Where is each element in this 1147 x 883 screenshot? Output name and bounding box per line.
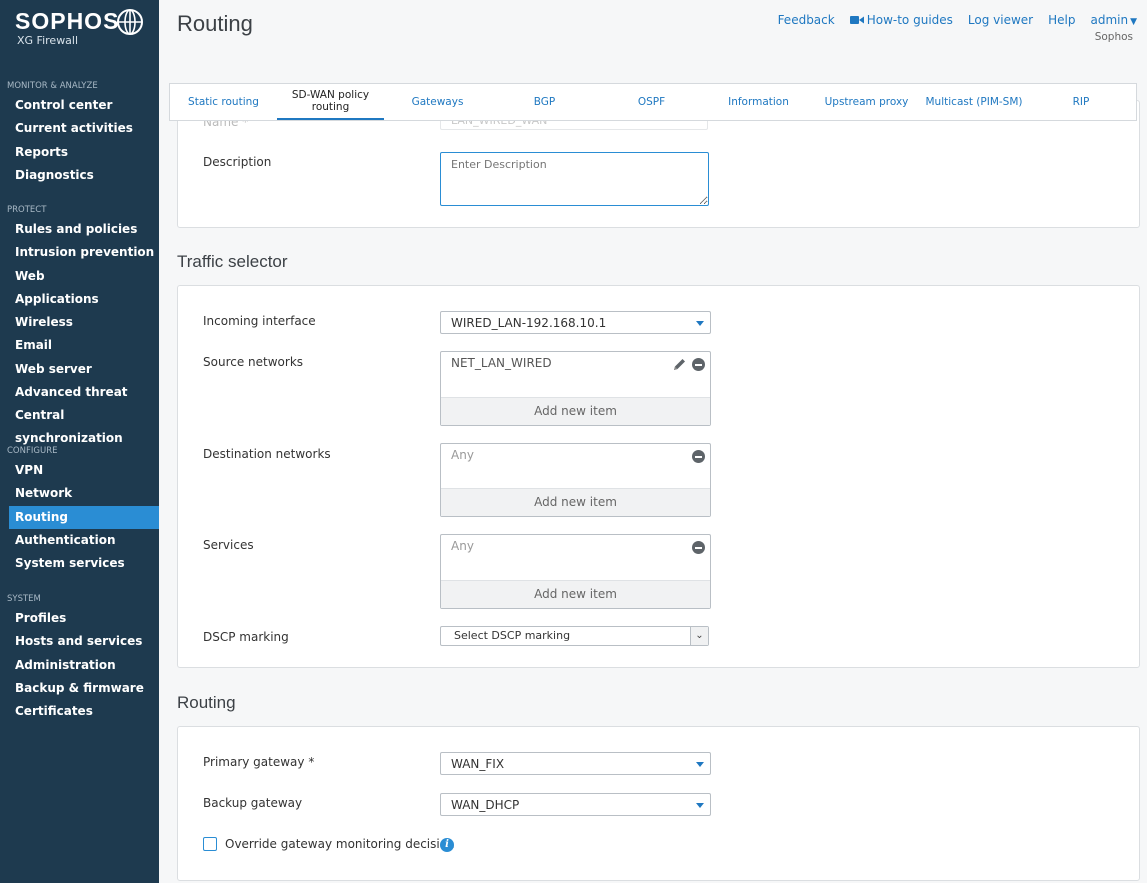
sidebar-item-administration[interactable]: Administration bbox=[0, 654, 159, 677]
pencil-icon[interactable] bbox=[672, 357, 687, 372]
sidebar-item-network[interactable]: Network bbox=[0, 482, 159, 505]
override-gateway-checkbox[interactable] bbox=[203, 837, 217, 851]
tab-ospf[interactable]: OSPF bbox=[598, 84, 705, 120]
sidebar-item-hosts-and-services[interactable]: Hosts and services bbox=[0, 630, 159, 653]
chevron-down-icon: ▼ bbox=[1130, 17, 1137, 27]
sidebar-item-rules-and-policies[interactable]: Rules and policies bbox=[0, 218, 159, 241]
destination-networks-list: Any Add new item bbox=[440, 443, 711, 517]
tab-bgp[interactable]: BGP bbox=[491, 84, 598, 120]
dscp-marking-select[interactable]: Select DSCP marking ⌄ bbox=[440, 626, 709, 646]
routing-title: Routing bbox=[177, 693, 236, 712]
services-label: Services bbox=[203, 538, 254, 552]
sidebar-item-control-center[interactable]: Control center bbox=[0, 94, 159, 117]
remove-icon[interactable] bbox=[692, 450, 705, 463]
brand-name: SOPHOS bbox=[15, 8, 120, 34]
howto-label: How-to guides bbox=[866, 13, 953, 27]
dropdown-arrow-icon bbox=[696, 803, 704, 808]
video-camera-icon bbox=[849, 16, 864, 24]
sidebar-item-certificates[interactable]: Certificates bbox=[0, 700, 159, 723]
sidebar-item-diagnostics[interactable]: Diagnostics bbox=[0, 164, 159, 187]
source-networks-label: Source networks bbox=[203, 355, 304, 369]
remove-icon[interactable] bbox=[692, 358, 705, 371]
tab-sdwan-policy-routing[interactable]: SD-WAN policy routing bbox=[277, 84, 384, 120]
tab-upstream-proxy[interactable]: Upstream proxy bbox=[812, 84, 921, 120]
sidebar-item-reports[interactable]: Reports bbox=[0, 141, 159, 164]
remove-icon[interactable] bbox=[692, 541, 705, 554]
incoming-interface-label: Incoming interface bbox=[203, 314, 316, 328]
sidebar-item-current-activities[interactable]: Current activities bbox=[0, 117, 159, 140]
description-label: Description bbox=[203, 155, 272, 169]
primary-gateway-select[interactable]: WAN_FIX bbox=[440, 752, 711, 775]
backup-gateway-select[interactable]: WAN_DHCP bbox=[440, 793, 711, 816]
page-title: Routing bbox=[177, 11, 253, 36]
description-textarea[interactable] bbox=[440, 152, 709, 206]
brand-logo[interactable]: SOPHOS XG Firewall bbox=[15, 8, 119, 47]
dscp-marking-value: Select DSCP marking bbox=[454, 629, 571, 642]
sidebar-item-wireless[interactable]: Wireless bbox=[0, 311, 159, 334]
incoming-interface-select[interactable]: WIRED_LAN-192.168.10.1 bbox=[440, 311, 711, 334]
list-item: Any bbox=[451, 448, 474, 462]
nav-header: MONITOR & ANALYZE bbox=[7, 81, 98, 91]
sidebar-item-vpn[interactable]: VPN bbox=[0, 459, 159, 482]
howto-link[interactable]: How-to guides bbox=[849, 13, 953, 27]
sidebar-item-applications[interactable]: Applications bbox=[0, 288, 159, 311]
nav-header: CONFIGURE bbox=[7, 446, 58, 456]
nav-header: PROTECT bbox=[7, 205, 47, 215]
backup-gateway-label: Backup gateway bbox=[203, 796, 303, 810]
tab-multicast[interactable]: Multicast (PIM-SM) bbox=[921, 84, 1027, 120]
primary-gateway-value: WAN_FIX bbox=[451, 757, 505, 771]
brand-product: XG Firewall bbox=[17, 34, 79, 47]
traffic-selector-title: Traffic selector bbox=[177, 252, 288, 271]
destination-networks-label: Destination networks bbox=[203, 447, 331, 461]
sidebar-item-intrusion-prevention[interactable]: Intrusion prevention bbox=[0, 241, 159, 264]
sidebar-item-web[interactable]: Web bbox=[0, 265, 159, 288]
source-add-item-button[interactable]: Add new item bbox=[441, 397, 710, 425]
chevron-down-icon: ⌄ bbox=[690, 627, 708, 645]
tenant-name: Sophos bbox=[1094, 31, 1133, 43]
tab-information[interactable]: Information bbox=[705, 84, 812, 120]
user-menu[interactable]: admin ▼ bbox=[1090, 13, 1137, 27]
globe-icon bbox=[117, 9, 143, 35]
nav-header: SYSTEM bbox=[7, 594, 41, 604]
tab-static-routing[interactable]: Static routing bbox=[170, 84, 277, 120]
destination-add-item-button[interactable]: Add new item bbox=[441, 488, 710, 516]
override-gateway-label: Override gateway monitoring decision bbox=[225, 837, 455, 851]
list-item: Any bbox=[451, 539, 474, 553]
sidebar-item-authentication[interactable]: Authentication bbox=[0, 529, 159, 552]
incoming-interface-value: WIRED_LAN-192.168.10.1 bbox=[451, 316, 607, 330]
sidebar-item-web-server[interactable]: Web server bbox=[0, 358, 159, 381]
backup-gateway-value: WAN_DHCP bbox=[451, 798, 520, 812]
services-list: Any Add new item bbox=[440, 534, 711, 609]
help-link[interactable]: Help bbox=[1048, 13, 1075, 27]
log-viewer-link[interactable]: Log viewer bbox=[968, 13, 1033, 27]
nav-group-protect: PROTECT Rules and policies Intrusion pre… bbox=[0, 202, 159, 445]
dropdown-arrow-icon bbox=[696, 321, 704, 326]
tab-gateways[interactable]: Gateways bbox=[384, 84, 491, 120]
dscp-marking-label: DSCP marking bbox=[203, 630, 289, 644]
sidebar-item-system-services[interactable]: System services bbox=[0, 552, 159, 575]
info-icon[interactable]: i bbox=[440, 838, 454, 852]
tab-bar: Static routing SD-WAN policy routing Gat… bbox=[169, 83, 1137, 121]
list-item[interactable]: NET_LAN_WIRED bbox=[451, 356, 552, 370]
nav-group-system: SYSTEM Profiles Hosts and services Admin… bbox=[0, 591, 159, 723]
sidebar-item-backup-firmware[interactable]: Backup & firmware bbox=[0, 677, 159, 700]
sidebar-item-email[interactable]: Email bbox=[0, 334, 159, 357]
dropdown-arrow-icon bbox=[696, 762, 704, 767]
feedback-link[interactable]: Feedback bbox=[778, 13, 835, 27]
sidebar-item-advanced-threat[interactable]: Advanced threat bbox=[0, 381, 159, 404]
nav-group-configure: CONFIGURE VPN Network Routing Authentica… bbox=[0, 443, 159, 575]
sidebar-item-central-synchronization[interactable]: Central synchronization bbox=[0, 404, 159, 445]
tab-rip[interactable]: RIP bbox=[1027, 84, 1135, 120]
sidebar-item-routing[interactable]: Routing bbox=[9, 505, 159, 529]
user-name: admin bbox=[1090, 13, 1129, 27]
sidebar: SOPHOS XG Firewall MONITOR & ANALYZE Con… bbox=[0, 0, 159, 883]
sidebar-item-profiles[interactable]: Profiles bbox=[0, 607, 159, 630]
top-links: Feedback How-to guides Log viewer Help a… bbox=[763, 13, 1137, 27]
primary-gateway-label: Primary gateway * bbox=[203, 755, 315, 769]
source-networks-list: NET_LAN_WIRED Add new item bbox=[440, 351, 711, 426]
nav-group-monitor: MONITOR & ANALYZE Control center Current… bbox=[0, 78, 159, 187]
services-add-item-button[interactable]: Add new item bbox=[441, 580, 710, 608]
